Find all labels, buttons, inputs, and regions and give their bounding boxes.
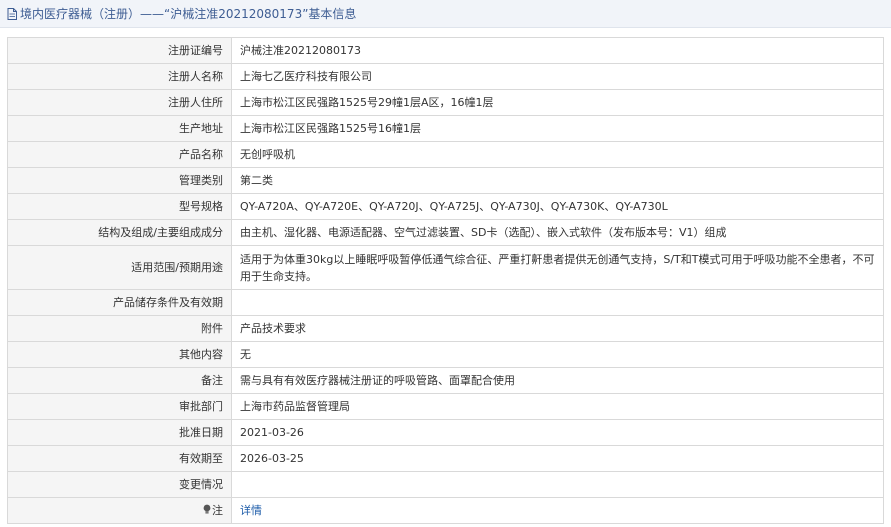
field-value: 上海七乙医疗科技有限公司 bbox=[231, 63, 884, 90]
note-value-cell: 详情 bbox=[231, 497, 884, 524]
field-value: 上海市松江区民强路1525号16幢1层 bbox=[231, 115, 884, 142]
field-value: 由主机、湿化器、电源适配器、空气过滤装置、SD卡（选配）、嵌入式软件（发布版本号… bbox=[231, 219, 884, 246]
detail-table: 注册证编号 沪械注准20212080173 注册人名称 上海七乙医疗科技有限公司 注册人… bbox=[7, 37, 884, 524]
table-row: 备注 需与具有有效医疗器械注册证的呼吸管路、面罩配合使用 bbox=[7, 367, 884, 394]
field-value: 无 bbox=[231, 341, 884, 368]
field-label: 注册人名称 bbox=[7, 63, 232, 90]
field-value: 第二类 bbox=[231, 167, 884, 194]
table-row: 生产地址 上海市松江区民强路1525号16幢1层 bbox=[7, 115, 884, 142]
field-label: 适用范围/预期用途 bbox=[7, 245, 232, 290]
table-row: 审批部门 上海市药品监督管理局 bbox=[7, 393, 884, 420]
table-row: 附件 产品技术要求 bbox=[7, 315, 884, 342]
field-label: 注册证编号 bbox=[7, 37, 232, 64]
field-value: 无创呼吸机 bbox=[231, 141, 884, 168]
field-label: 结构及组成/主要组成成分 bbox=[7, 219, 232, 246]
field-label: 审批部门 bbox=[7, 393, 232, 420]
table-row: 产品名称 无创呼吸机 bbox=[7, 141, 884, 168]
table-row: 型号规格 QY-A720A、QY-A720E、QY-A720J、QY-A725J、… bbox=[7, 193, 884, 220]
document-icon bbox=[7, 7, 17, 20]
table-row: 有效期至 2026-03-25 bbox=[7, 445, 884, 472]
field-value bbox=[231, 289, 884, 316]
field-label: 生产地址 bbox=[7, 115, 232, 142]
note-row: 注 详情 bbox=[7, 497, 884, 524]
field-value: 沪械注准20212080173 bbox=[231, 37, 884, 64]
field-label: 变更情况 bbox=[7, 471, 232, 498]
note-label: 注 bbox=[212, 503, 223, 517]
field-value bbox=[231, 471, 884, 498]
table-row: 注册人名称 上海七乙医疗科技有限公司 bbox=[7, 63, 884, 90]
field-label: 备注 bbox=[7, 367, 232, 394]
page-title-bar: 境内医疗器械（注册）——“沪械注准20212080173”基本信息 bbox=[0, 0, 891, 28]
table-row: 批准日期 2021-03-26 bbox=[7, 419, 884, 446]
field-label: 产品储存条件及有效期 bbox=[7, 289, 232, 316]
field-value: 产品技术要求 bbox=[231, 315, 884, 342]
table-row: 适用范围/预期用途 适用于为体重30kg以上睡眠呼吸暂停低通气综合征、严重打鼾患者… bbox=[7, 245, 884, 290]
field-label: 附件 bbox=[7, 315, 232, 342]
field-label: 注册人住所 bbox=[7, 89, 232, 116]
field-label: 型号规格 bbox=[7, 193, 232, 220]
details-link[interactable]: 详情 bbox=[240, 504, 262, 517]
field-label: 有效期至 bbox=[7, 445, 232, 472]
table-row: 产品储存条件及有效期 bbox=[7, 289, 884, 316]
field-label: 管理类别 bbox=[7, 167, 232, 194]
field-label: 产品名称 bbox=[7, 141, 232, 168]
table-row: 结构及组成/主要组成成分 由主机、湿化器、电源适配器、空气过滤装置、SD卡（选配）… bbox=[7, 219, 884, 246]
table-row: 注册证编号 沪械注准20212080173 bbox=[7, 37, 884, 64]
field-value: QY-A720A、QY-A720E、QY-A720J、QY-A725J、QY-A… bbox=[231, 193, 884, 220]
table-row: 其他内容无 bbox=[7, 341, 884, 368]
field-value: 2026-03-25 bbox=[231, 445, 884, 472]
field-value: 需与具有有效医疗器械注册证的呼吸管路、面罩配合使用 bbox=[231, 367, 884, 394]
table-row: 注册人住所 上海市松江区民强路1525号29幢1层A区，16幢1层 bbox=[7, 89, 884, 116]
light-bulb-icon bbox=[203, 503, 211, 520]
field-value: 上海市药品监督管理局 bbox=[231, 393, 884, 420]
field-label: 批准日期 bbox=[7, 419, 232, 446]
table-row: 管理类别 第二类 bbox=[7, 167, 884, 194]
field-value: 2021-03-26 bbox=[231, 419, 884, 446]
page-title: 境内医疗器械（注册）——“沪械注准20212080173”基本信息 bbox=[20, 7, 357, 21]
note-label-cell: 注 bbox=[7, 497, 232, 524]
field-value: 适用于为体重30kg以上睡眠呼吸暂停低通气综合征、严重打鼾患者提供无创通气支持，… bbox=[231, 245, 884, 290]
field-value: 上海市松江区民强路1525号29幢1层A区，16幢1层 bbox=[231, 89, 884, 116]
field-label: 其他内容 bbox=[7, 341, 232, 368]
table-row: 变更情况 bbox=[7, 471, 884, 498]
